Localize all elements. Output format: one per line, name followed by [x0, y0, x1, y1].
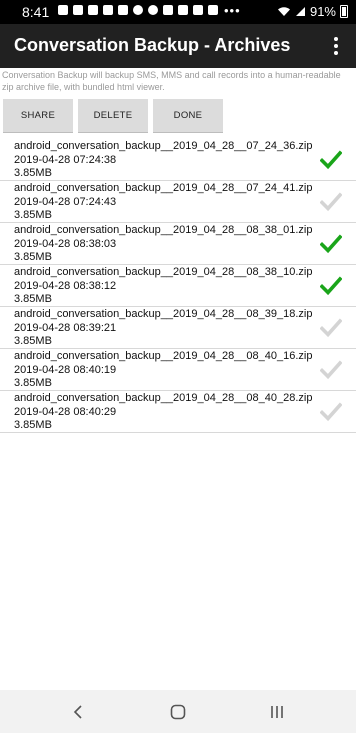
chrome-icon — [148, 5, 158, 15]
check-icon[interactable] — [320, 234, 342, 254]
signal-icon — [295, 7, 305, 16]
more-notifications-icon: ••• — [224, 3, 241, 18]
file-date: 2019-04-28 08:39:21 — [14, 321, 117, 334]
list-item[interactable]: android_conversation_backup__2019_04_28_… — [0, 265, 356, 307]
file-date: 2019-04-28 07:24:38 — [14, 153, 117, 166]
app-bar: Conversation Backup - Archives — [0, 24, 356, 68]
file-date: 2019-04-28 08:40:19 — [14, 363, 117, 376]
delete-button[interactable]: DELETE — [78, 99, 148, 133]
back-icon[interactable] — [66, 700, 90, 724]
file-name: android_conversation_backup__2019_04_28_… — [14, 224, 313, 236]
file-name: android_conversation_backup__2019_04_28_… — [14, 392, 313, 404]
f-icon — [58, 5, 68, 15]
file-size: 3.85MB — [14, 293, 52, 305]
file-size: 3.85MB — [14, 377, 52, 389]
file-name: android_conversation_backup__2019_04_28_… — [14, 140, 313, 152]
file-name: android_conversation_backup__2019_04_28_… — [14, 350, 313, 362]
file-size: 3.85MB — [14, 335, 52, 347]
list-item[interactable]: android_conversation_backup__2019_04_28_… — [0, 181, 356, 223]
check-icon[interactable] — [320, 360, 342, 380]
file-info: android_conversation_backup__2019_04_28_… — [14, 350, 312, 391]
battery-icon — [340, 5, 348, 18]
file-name: android_conversation_backup__2019_04_28_… — [14, 308, 313, 320]
list-item[interactable]: android_conversation_backup__2019_04_28_… — [0, 139, 356, 181]
file-date: 2019-04-28 08:38:12 — [14, 279, 117, 292]
list-item[interactable]: android_conversation_backup__2019_04_28_… — [0, 391, 356, 433]
bookmark-icon — [193, 5, 203, 15]
file-info: android_conversation_backup__2019_04_28_… — [14, 140, 312, 181]
file-info: android_conversation_backup__2019_04_28_… — [14, 224, 312, 265]
file-size: 3.85MB — [14, 419, 52, 431]
share-button[interactable]: SHARE — [3, 99, 73, 133]
list-item[interactable]: android_conversation_backup__2019_04_28_… — [0, 223, 356, 265]
recents-icon[interactable] — [265, 700, 289, 724]
file-size: 3.85MB — [14, 167, 52, 179]
page-title: Conversation Backup - Archives — [14, 35, 291, 55]
list-item[interactable]: android_conversation_backup__2019_04_28_… — [0, 307, 356, 349]
check-icon[interactable] — [320, 150, 342, 170]
file-info: android_conversation_backup__2019_04_28_… — [14, 392, 312, 433]
file-info: android_conversation_backup__2019_04_28_… — [14, 308, 312, 349]
check-icon[interactable] — [320, 402, 342, 422]
file-size: 3.85MB — [14, 209, 52, 221]
more-vert-icon[interactable] — [324, 33, 348, 59]
status-time: 8:41 — [22, 4, 50, 20]
status-bar: 8:41 ••• 91% — [0, 0, 356, 24]
status-right: 91% — [277, 4, 348, 19]
notification-icons — [58, 5, 218, 15]
description-text: Conversation Backup will backup SMS, MMS… — [2, 70, 341, 92]
file-size: 3.85MB — [14, 251, 52, 263]
youtube-icon — [103, 5, 113, 15]
done-button[interactable]: DONE — [153, 99, 223, 133]
wave-icon — [133, 5, 143, 15]
battery-percent: 91% — [309, 4, 336, 19]
check-icon[interactable] — [320, 318, 342, 338]
file-date: 2019-04-28 08:40:29 — [14, 405, 117, 418]
file-name: android_conversation_backup__2019_04_28_… — [14, 266, 313, 278]
navigation-bar — [0, 690, 356, 733]
f-icon — [73, 5, 83, 15]
wifi-icon — [277, 7, 290, 16]
arrows-icon — [208, 5, 218, 15]
youtube-icon — [88, 5, 98, 15]
linkedin-icon — [118, 5, 128, 15]
archive-list: android_conversation_backup__2019_04_28_… — [0, 139, 356, 433]
file-date: 2019-04-28 08:38:03 — [14, 237, 117, 250]
tool-icon — [178, 5, 188, 15]
file-date: 2019-04-28 07:24:43 — [14, 195, 117, 208]
check-icon[interactable] — [320, 276, 342, 296]
home-icon[interactable] — [166, 700, 190, 724]
file-info: android_conversation_backup__2019_04_28_… — [14, 182, 312, 223]
action-buttons: SHARE DELETE DONE — [3, 99, 223, 133]
file-info: android_conversation_backup__2019_04_28_… — [14, 266, 312, 307]
list-item[interactable]: android_conversation_backup__2019_04_28_… — [0, 349, 356, 391]
s-icon — [163, 5, 173, 15]
check-icon[interactable] — [320, 192, 342, 212]
file-name: android_conversation_backup__2019_04_28_… — [14, 182, 313, 194]
